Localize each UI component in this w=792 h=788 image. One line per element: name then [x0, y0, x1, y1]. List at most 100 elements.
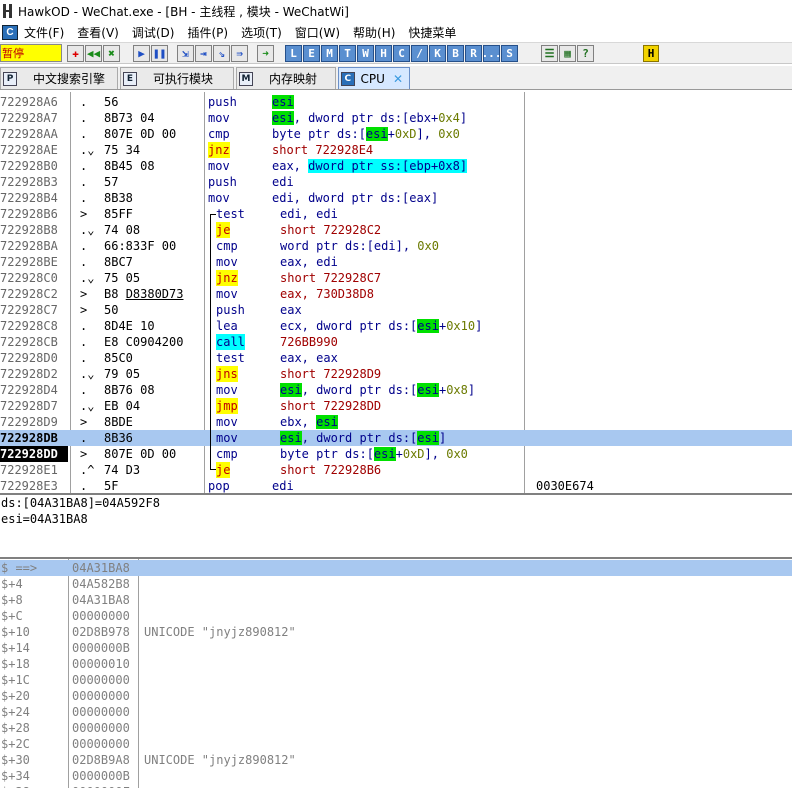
disasm-row[interactable]: 722928BA. 66:833F 00 cmp word ptr ds:[edi],… [0, 238, 792, 254]
hex-dump: EB 04 [104, 399, 141, 413]
hawk-button[interactable]: H [643, 44, 659, 62]
stack-value: 00000000 [72, 689, 130, 703]
stack-value: 00000010 [72, 657, 130, 671]
stack-row[interactable]: $ ==> 04A31BA8 [0, 560, 792, 576]
stack-row[interactable]: $+20 00000000 [0, 688, 792, 704]
disasm-row[interactable]: 722928B3. 57 push edi [0, 174, 792, 190]
jump-marker: .⌄ [80, 399, 95, 413]
pause-icon[interactable]: ❚❚ [151, 44, 168, 62]
menu-window[interactable]: 窗口(W) [295, 24, 340, 41]
rewind-icon[interactable]: ◀◀ [85, 44, 102, 62]
modules-button[interactable]: E [303, 44, 320, 62]
tab-label: 中文搜索引擎 [33, 72, 106, 86]
menu-help[interactable]: 帮助(H) [353, 24, 395, 41]
operands: short 722928B6 [280, 463, 382, 477]
disasm-row[interactable]: 722928C8. 8D4E 10 lea ecx, dword ptr ds:[es… [0, 318, 792, 334]
jump-marker: . [80, 175, 88, 189]
disasm-row[interactable]: 722928C2 > B8 D8380D73 mov eax, 730D38D8 [0, 286, 792, 302]
stack-row[interactable]: $+38 0000000F [0, 784, 792, 788]
disasm-row[interactable]: 722928B6 >85FF test edi, edi [0, 206, 792, 222]
stack-row[interactable]: $+10 02D8B978 UNICODE "jnyjz890812" [0, 624, 792, 640]
disasm-row[interactable]: 722928D2 .⌄ 79 05 jns short 722928D9 [0, 366, 792, 382]
hex-dump: 75 34 [104, 143, 141, 157]
log-window-button[interactable]: L [285, 44, 302, 62]
tab-chinese-search[interactable]: P 中文搜索引擎 [0, 67, 118, 89]
stack-offset: $+1C [1, 673, 30, 687]
trace-over-icon[interactable]: ⇛ [231, 44, 248, 62]
stack-row[interactable]: $+14 0000000B [0, 640, 792, 656]
stack-row[interactable]: $+1C 00000000 [0, 672, 792, 688]
address: 722928C7 [0, 303, 58, 317]
stack-offset: $+14 [1, 641, 30, 655]
disasm-row[interactable]: 722928D7 .⌄ EB 04 jmp short 722928DD [0, 398, 792, 414]
disasm-row[interactable]: 722928BE. 8BC7 mov eax, edi [0, 254, 792, 270]
cpu-button[interactable]: C [393, 44, 410, 62]
disasm-row[interactable]: 722928D9 >8BDE mov ebx, esi [0, 414, 792, 430]
restart-icon[interactable]: ✚ [67, 44, 84, 62]
menu-options[interactable]: 选项(T) [241, 24, 282, 41]
disasm-row[interactable]: 722928B4. 8B38 mov edi, dword ptr ds:[eax] [0, 190, 792, 206]
disasm-row[interactable]: 722928C7 >50 push eax [0, 302, 792, 318]
menu-file[interactable]: 文件(F) [24, 24, 64, 41]
execute-till-return-icon[interactable]: ➜ [257, 44, 274, 62]
memory-map-button[interactable]: M [321, 44, 338, 62]
disasm-row[interactable]: 722928C0 .⌄ 75 05 jnz short 722928C7 [0, 270, 792, 286]
disasm-row[interactable]: 722928AE .⌄ 75 34 jnz short 722928E4 [0, 142, 792, 158]
menu-view[interactable]: 查看(V) [77, 24, 119, 41]
operands: short 722928C2 [280, 223, 382, 237]
threads-button[interactable]: T [339, 44, 356, 62]
cpu-window-icon[interactable]: C [2, 24, 18, 40]
disasm-row[interactable]: 722928AA. 807E 0D 00 cmp byte ptr ds:[esi+0… [0, 126, 792, 142]
stack-row[interactable]: $+18 00000010 [0, 656, 792, 672]
stack-value: 04A31BA8 [72, 593, 130, 607]
disasm-row[interactable]: 722928A7. 8B73 04 mov esi, dword ptr ds:[eb… [0, 110, 792, 126]
stack-offset: $+2C [1, 737, 30, 751]
stack-row[interactable]: $+4 04A582B8 [0, 576, 792, 592]
step-over-icon[interactable]: ⇥ [195, 44, 212, 62]
stack-row[interactable]: $+8 04A31BA8 [0, 592, 792, 608]
disasm-row[interactable]: 722928DD >807E 0D 00 cmp byte ptr ds:[esi+0… [0, 446, 792, 462]
references-button[interactable]: R [465, 44, 482, 62]
menu-shortcut[interactable]: 快捷菜单 [408, 24, 456, 41]
disasm-row[interactable]: 722928CB. E8 C0904200 call 726BB990 [0, 334, 792, 350]
disasm-row[interactable]: 722928A6. 56 push esi [0, 94, 792, 110]
call-stack-button[interactable]: K [429, 44, 446, 62]
handles-button[interactable]: H [375, 44, 392, 62]
stack-row[interactable]: $+24 00000000 [0, 704, 792, 720]
windows-button[interactable]: W [357, 44, 374, 62]
disasm-row[interactable]: 722928B8 .⌄ 74 08 je short 722928C2 [0, 222, 792, 238]
list-icon[interactable]: ☰ [541, 44, 558, 62]
tab-cpu[interactable]: C CPU ✕ [338, 67, 410, 89]
source-button[interactable]: S [501, 44, 518, 62]
stack-row[interactable]: $+30 02D8B9A8 UNICODE "jnyjz890812" [0, 752, 792, 768]
tab-memory-map[interactable]: M 内存映射 [236, 67, 336, 89]
operands: eax, 730D38D8 [280, 287, 374, 301]
stack-row[interactable]: $+28 00000000 [0, 720, 792, 736]
patches-button[interactable]: / [411, 44, 428, 62]
step-into-icon[interactable]: ⇲ [177, 44, 194, 62]
disasm-row[interactable]: 722928E1 .^ 74 D3 je short 722928B6 [0, 462, 792, 478]
breakpoints-button[interactable]: B [447, 44, 464, 62]
trace-into-icon[interactable]: ⇘ [213, 44, 230, 62]
menu-plugins[interactable]: 插件(P) [187, 24, 228, 41]
disasm-row[interactable]: 722928E3. 5F pop edi 0030E674 [0, 478, 792, 493]
disasm-row[interactable]: 722928D4. 8B76 08 mov esi, dword ptr ds:[es… [0, 382, 792, 398]
disasm-row[interactable]: 722928DB. 8B36 mov esi, dword ptr ds:[esi] [0, 430, 792, 446]
jump-marker: .⌄ [80, 223, 95, 237]
operands: eax, edi [280, 255, 338, 269]
grid-icon[interactable]: ▦ [559, 44, 576, 62]
stack-row[interactable]: $+2C 00000000 [0, 736, 792, 752]
stack-row[interactable]: $+34 0000000B [0, 768, 792, 784]
run-trace-button[interactable]: ... [482, 44, 501, 62]
disasm-row[interactable]: 722928B0. 8B45 08 mov eax, dword ptr ss:[eb… [0, 158, 792, 174]
menu-debug[interactable]: 调试(D) [132, 24, 175, 41]
stack-pane[interactable]: $ ==> 04A31BA8 $+4 04A582B8 $+8 04A31BA8 $+C 00… [0, 559, 792, 788]
close-process-icon[interactable]: ✖ [103, 44, 120, 62]
disassembly-pane[interactable]: 722928A6. 56 push esi 722928A7. 8B73 04 mov esi… [0, 92, 792, 493]
stack-row[interactable]: $+C 00000000 [0, 608, 792, 624]
disasm-row[interactable]: 722928D0. 85C0 test eax, eax [0, 350, 792, 366]
close-icon[interactable]: ✕ [393, 72, 403, 86]
tab-executable-modules[interactable]: E 可执行模块 [120, 67, 234, 89]
run-icon[interactable]: ▶ [133, 44, 150, 62]
help-icon[interactable]: ? [577, 44, 594, 62]
